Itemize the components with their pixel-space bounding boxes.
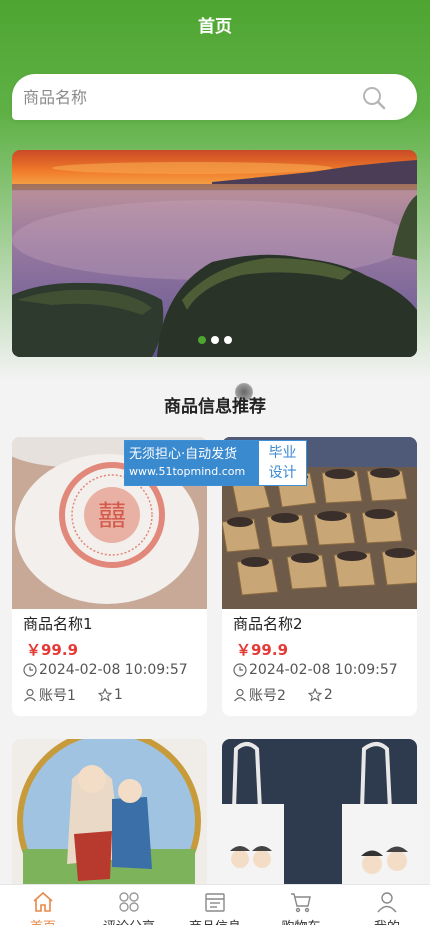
watermark-text: 无须担心·自动发货 www.51topmind.com [125,441,259,485]
grid-icon [119,892,139,912]
product-favorites: 1 [113,687,123,703]
product-meta: 账号1 1 [23,685,123,705]
user-icon [24,688,36,702]
product-card[interactable] [12,739,207,899]
clock-icon [233,663,247,677]
search-icon[interactable] [361,85,387,111]
product-price: ￥99.9 [26,641,79,659]
carousel-dot-1[interactable] [198,336,206,344]
watermark-tag1: 毕业 [268,445,297,461]
tab-cart[interactable]: 购物车 [258,885,344,925]
tab-label: 商品信息 [172,916,258,925]
section-title: 商品信息推荐 [164,397,266,417]
product-image [222,739,417,899]
tab-home[interactable]: 首页 [0,885,86,925]
tab-label: 评论分享 [86,916,172,925]
product-meta: 账号2 2 [233,685,333,705]
watermark-line1: 无须担心·自动发货 [129,447,238,462]
product-account: 账号1 [39,688,76,704]
watermark-tag: 毕业 设计 [259,441,306,485]
tab-profile[interactable]: 我的 [344,885,430,925]
watermark-badge: 无须担心·自动发货 www.51topmind.com 毕业 设计 [124,440,307,486]
tab-comments[interactable]: 评论分享 [86,885,172,925]
cart-icon [291,893,311,913]
page-title: 首页 [198,17,232,37]
star-icon [307,688,322,702]
carousel-dot-3[interactable] [224,336,232,344]
bottom-tab-bar: 首页 评论分享 商品信息 购物车 我的 [0,884,430,925]
tab-label: 首页 [0,916,86,925]
star-icon [97,688,112,702]
product-favorites: 2 [323,687,333,703]
product-time: 2024-02-08 10:09:57 [233,662,398,678]
product-name[interactable]: 商品名称2 [233,613,303,634]
user-icon [377,892,397,913]
tab-products[interactable]: 商品信息 [172,885,258,925]
carousel-dots [198,336,232,344]
calendar-icon [205,893,225,912]
product-price: ￥99.9 [236,641,289,659]
tab-label: 我的 [344,916,430,925]
product-time-text: 2024-02-08 10:09:57 [39,662,188,678]
search-bar[interactable] [12,74,417,120]
product-account: 账号2 [249,688,286,704]
carousel-dot-2[interactable] [211,336,219,344]
product-image [12,739,207,899]
tab-label: 购物车 [258,916,344,925]
banner-image [12,150,417,357]
product-card[interactable] [222,739,417,899]
home-icon [33,891,53,912]
user-icon [234,688,246,702]
svg-text:囍: 囍 [98,499,126,532]
banner-carousel[interactable] [12,150,417,357]
clock-icon [23,663,37,677]
search-input[interactable] [23,74,353,120]
product-name[interactable]: 商品名称1 [23,613,93,634]
product-time-text: 2024-02-08 10:09:57 [249,662,398,678]
product-time: 2024-02-08 10:09:57 [23,662,188,678]
watermark-line2: www.51topmind.com [129,465,246,478]
watermark-tag2: 设计 [268,465,297,481]
